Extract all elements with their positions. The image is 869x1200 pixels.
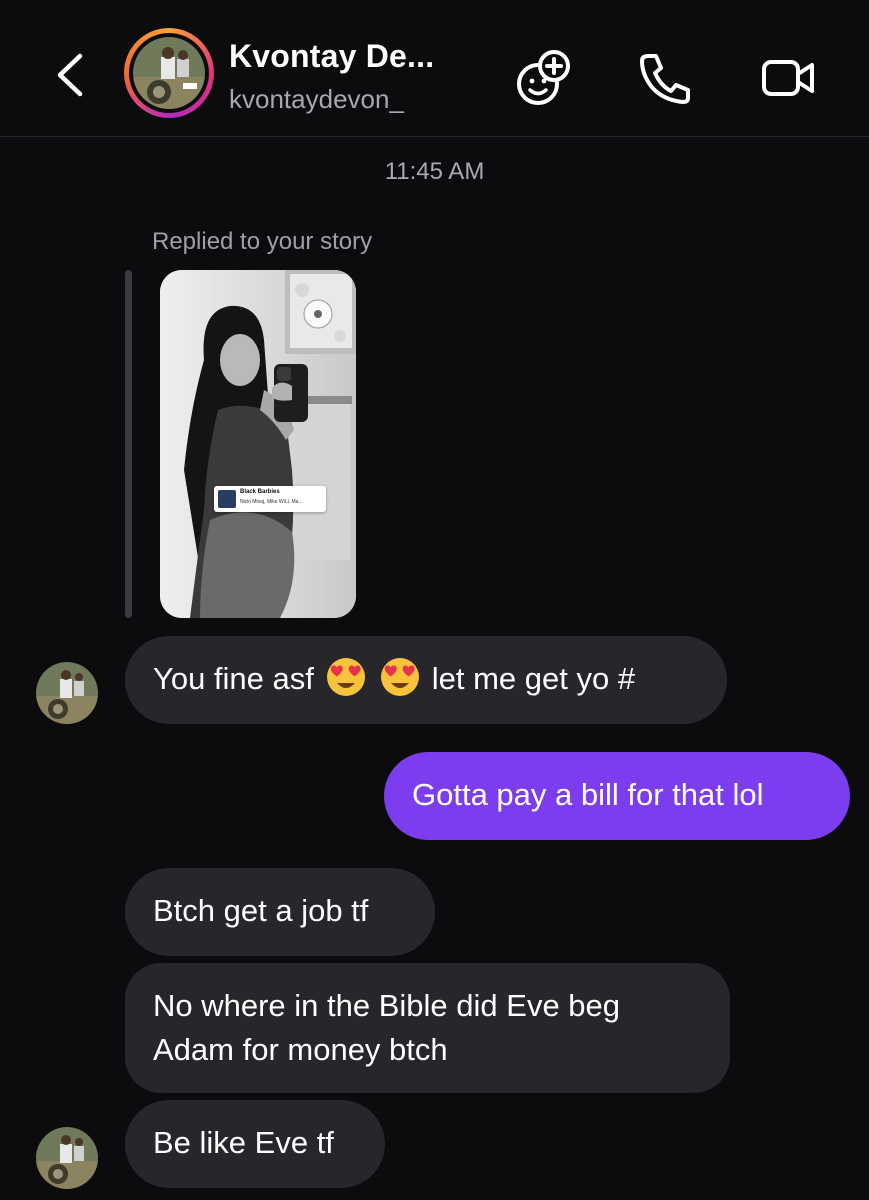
message-text: Be like Eve tf	[153, 1125, 334, 1160]
music-sticker[interactable]: Black Barbies Nicki Minaj, Mike WiLL Ma.…	[214, 486, 326, 512]
message-text: You fine asf	[153, 661, 314, 696]
contact-name[interactable]: Kvontay De...	[229, 38, 434, 75]
audio-call-button[interactable]	[634, 48, 694, 108]
album-art-icon	[218, 490, 236, 508]
video-call-icon	[762, 60, 814, 96]
dm-screen: Kvontay De... kvontaydevon_ 11:45 AM Rep…	[0, 0, 869, 1200]
story-thumbnail[interactable]: Black Barbies Nicki Minaj, Mike WiLL Ma.…	[160, 270, 356, 618]
message-text: let me get yo #	[431, 661, 636, 696]
heart-eyes-emoji	[326, 658, 365, 696]
contact-handle[interactable]: kvontaydevon_	[229, 84, 404, 115]
message-timestamp: 11:45 AM	[384, 158, 485, 185]
message-bubble-received[interactable]: Be like Eve tf	[125, 1100, 385, 1188]
story-reply-label: Replied to your story	[152, 228, 373, 255]
add-effect-icon	[517, 50, 570, 105]
video-call-button[interactable]	[758, 48, 818, 108]
message-text: Gotta pay a bill for that lol	[412, 777, 764, 812]
heart-eyes-emoji	[381, 658, 420, 696]
contact-avatar[interactable]	[124, 28, 214, 118]
sticker-artist: Nicki Minaj, Mike WiLL Ma...	[240, 499, 303, 505]
back-button[interactable]	[52, 50, 88, 100]
add-effect-button[interactable]	[514, 48, 574, 108]
message-bubble-received[interactable]: No where in the Bible did Eve beg Adam f…	[125, 963, 730, 1093]
phone-icon	[640, 54, 690, 104]
sticker-song-title: Black Barbies	[240, 489, 280, 495]
sender-avatar[interactable]	[36, 1127, 98, 1189]
story-photo	[160, 270, 356, 618]
chat-header: Kvontay De... kvontaydevon_	[0, 0, 869, 137]
sender-avatar[interactable]	[36, 662, 98, 724]
message-text: Btch get a job tf	[153, 893, 369, 928]
avatar-photo	[133, 37, 205, 109]
reply-indicator-bar	[125, 270, 132, 618]
chevron-left-icon	[57, 53, 83, 97]
message-bubble-received[interactable]: You fine asf let me get yo #	[125, 636, 727, 724]
message-bubble-received[interactable]: Btch get a job tf	[125, 868, 435, 956]
message-bubble-sent[interactable]: Gotta pay a bill for that lol	[384, 752, 850, 840]
message-text: No where in the Bible did Eve beg Adam f…	[153, 988, 621, 1067]
